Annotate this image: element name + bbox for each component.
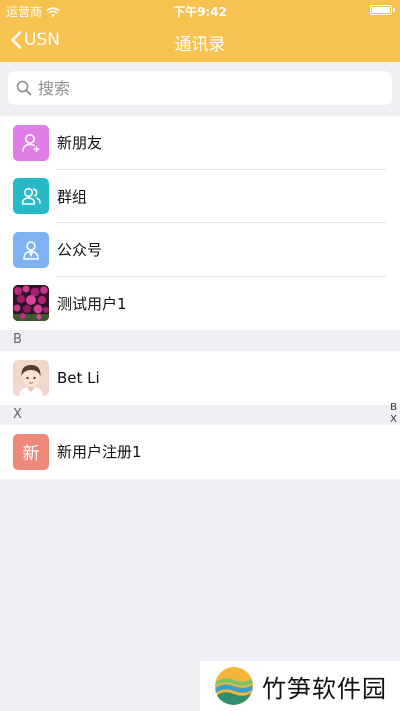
section-index-bar[interactable]: B X (390, 402, 397, 426)
section-header-b: B (0, 330, 400, 350)
top-items-list: 新朋友 群组 公众号 测试用户1 (0, 116, 400, 330)
page-title: 通讯录 (174, 35, 226, 55)
list-item-label: 新用户注册1 (57, 443, 142, 462)
search-icon (16, 80, 32, 96)
text-avatar: 新 (13, 433, 49, 470)
section-header-x: X (0, 404, 400, 425)
list-item-label: 公众号 (57, 241, 103, 260)
list-item-label: Bet Li (57, 368, 100, 387)
list-item-new-friends[interactable]: 新朋友 (0, 116, 400, 170)
battery-tip (393, 8, 395, 12)
flower-photo-avatar (13, 285, 49, 321)
search-bar (0, 62, 400, 116)
list-item-official-accounts[interactable]: 公众号 (0, 223, 400, 277)
watermark-text: 竹笋软件园 (262, 674, 387, 703)
search-box[interactable] (8, 71, 392, 105)
list-item-groups[interactable]: 群组 (0, 170, 400, 223)
status-bar: 运营商 下午9:42 (0, 0, 400, 20)
battery-icon (370, 5, 392, 15)
watermark: 竹笋软件园 (200, 661, 400, 711)
group-icon (13, 178, 49, 214)
index-letter-x[interactable]: X (390, 414, 397, 426)
list-item-test-user[interactable]: 测试用户1 (0, 277, 400, 331)
list-item-new-user-register[interactable]: 新 新用户注册1 (0, 425, 400, 479)
list-item-label: 群组 (57, 187, 88, 206)
cartoon-boy-avatar (13, 359, 49, 396)
list-item-bet-li[interactable]: Bet Li (0, 351, 400, 405)
avatar-text: 新 (22, 444, 40, 464)
search-input[interactable] (38, 78, 358, 98)
nav-bar: USN 通讯录 (0, 20, 400, 62)
list-item-label: 测试用户1 (57, 294, 127, 313)
official-account-icon (13, 231, 49, 268)
watermark-logo (215, 667, 253, 705)
status-time: 下午9:42 (173, 5, 227, 19)
index-letter-b[interactable]: B (390, 402, 397, 414)
list-item-label: 新朋友 (57, 134, 103, 153)
section-x-list: 新 新用户注册1 (0, 425, 400, 479)
add-friend-icon (13, 124, 49, 161)
section-b-list: Bet Li (0, 351, 400, 405)
